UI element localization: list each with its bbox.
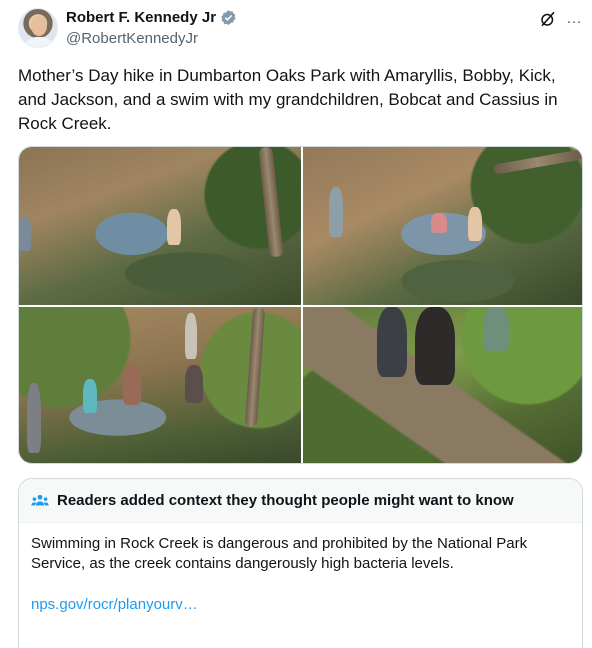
author-avatar[interactable]: [18, 8, 58, 48]
author-display-name[interactable]: Robert F. Kennedy Jr: [66, 9, 216, 26]
avatar-face: [31, 16, 47, 36]
grok-icon[interactable]: [539, 10, 557, 28]
tree-trunk: [244, 307, 266, 428]
author-handle[interactable]: @RobertKennedyJr: [66, 30, 198, 47]
photo-creek-3[interactable]: [19, 307, 301, 463]
tree-trunk: [258, 147, 284, 258]
child-figure: [83, 379, 97, 413]
more-options-icon[interactable]: …: [566, 10, 583, 28]
tweet-text: Mother’s Day hike in Dumbarton Oaks Park…: [18, 66, 558, 133]
adult-figure: [27, 383, 41, 453]
community-note-header: Readers added context they thought peopl…: [19, 479, 582, 523]
child-figure: [431, 213, 447, 233]
fallen-log: [492, 149, 582, 175]
adult-figure: [329, 187, 343, 237]
adult-figure: [377, 307, 407, 377]
author-name-row: Robert F. Kennedy Jr: [66, 9, 237, 26]
adult-figure: [185, 313, 197, 359]
child-figure: [468, 207, 482, 241]
verified-badge-icon: [221, 10, 236, 25]
adult-figure: [19, 217, 31, 251]
community-note-title: Readers added context they thought peopl…: [57, 492, 514, 509]
photo-fallen-tree[interactable]: [303, 307, 582, 463]
adult-figure: [415, 307, 455, 385]
avatar-shirt: [23, 37, 55, 47]
media-grid: [18, 146, 583, 464]
people-icon: [31, 494, 49, 505]
child-figure: [167, 209, 181, 245]
community-note-body: Swimming in Rock Creek is dangerous and …: [31, 535, 528, 572]
community-note-source-link[interactable]: nps.gov/rocr/planyourv…: [31, 596, 198, 613]
adult-figure: [185, 365, 203, 403]
photo-creek-2[interactable]: [303, 147, 582, 305]
adult-figure: [123, 365, 141, 405]
adult-figure: [483, 307, 509, 351]
photo-creek-1[interactable]: [19, 147, 301, 305]
community-note: Readers added context they thought peopl…: [18, 478, 583, 648]
